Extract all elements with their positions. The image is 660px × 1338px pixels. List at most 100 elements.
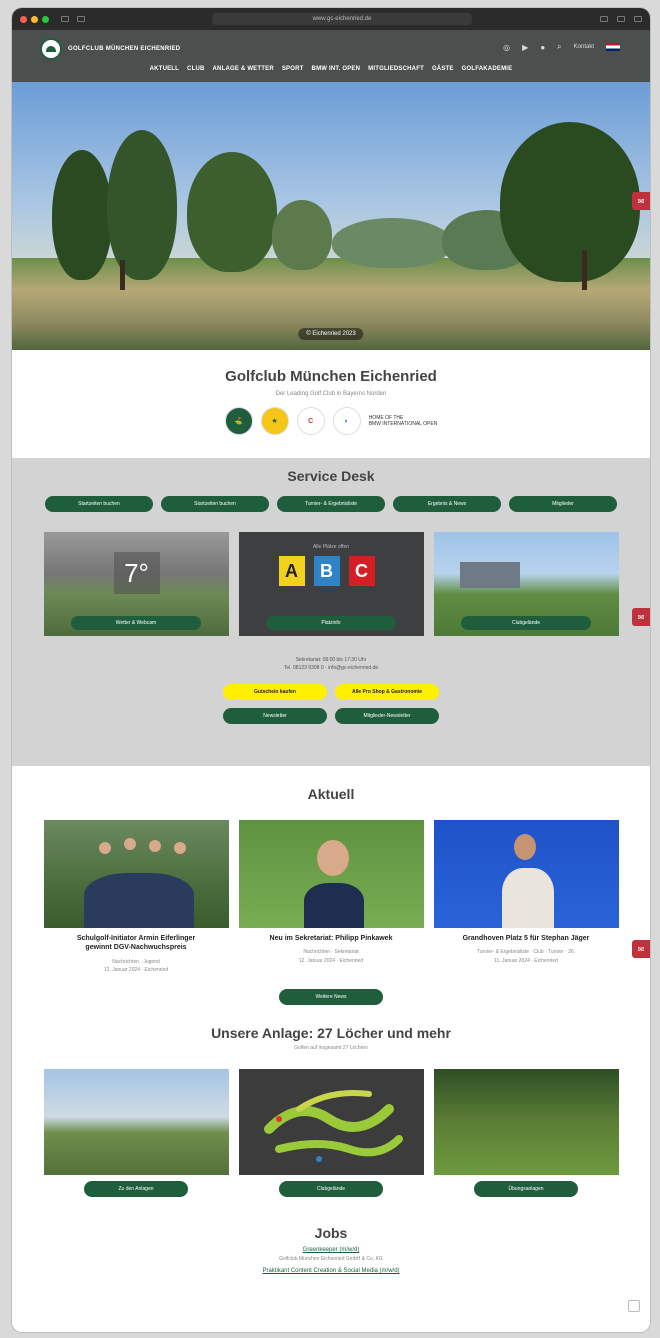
kontakt-link[interactable]: Kontakt — [574, 44, 594, 50]
weather-card[interactable]: 7° Wetter & Webcam — [43, 532, 229, 636]
hero-image: © Eichenried 2023 — [12, 82, 650, 350]
news-image — [43, 820, 229, 928]
service-pill-4[interactable]: Ergebnis & News — [393, 496, 501, 512]
club-card[interactable]: Clubgelände — [433, 532, 619, 636]
facebook-icon[interactable]: ● — [540, 43, 545, 52]
nav-club[interactable]: CLUB — [187, 66, 204, 72]
nav-gaeste[interactable]: GÄSTE — [432, 66, 454, 72]
news-headline: Grandhoven Platz 5 für Stephan Jäger — [462, 935, 590, 942]
cookie-settings-icon[interactable] — [628, 1300, 640, 1312]
minimize-window-button[interactable] — [31, 15, 38, 23]
window-controls — [20, 15, 49, 23]
leading-golf-clubs-icon[interactable]: ★ — [260, 407, 289, 435]
service-pill-3[interactable]: Turnier- & Ergebnisliste — [277, 496, 385, 512]
course-c-tile: C — [348, 556, 375, 586]
callaway-icon[interactable]: C — [296, 407, 325, 435]
facility-card[interactable]: Zu den Anlagen — [43, 1068, 229, 1197]
office-hours: Sekretariat: 08:00 bis 17:30 Uhr Tel. 08… — [12, 656, 650, 672]
clubhouse-image — [459, 562, 520, 588]
course-status-card[interactable]: Alle Plätze offen A B C Platzinfo — [238, 532, 424, 636]
proshop-button[interactable]: Alle Pro Shop & Gastronomie — [335, 684, 439, 700]
service-desk-title: Service Desk — [287, 468, 375, 484]
service-pills: Startzeiten buchen Startzeiten buchen Tu… — [12, 496, 650, 512]
site-header: GOLFCLUB MÜNCHEN EICHENRIED ◎ ▶ ● ⌕ Kont… — [12, 30, 650, 82]
partner-logos: ⛳ ★ C ◐ HOME OF THE BMW INTERNATIONAL OP… — [12, 407, 650, 435]
facilities-subtitle: Golfen auf insgesamt 27 Löchern — [294, 1044, 368, 1051]
club-crest-icon[interactable]: ⛳ — [224, 407, 253, 435]
browser-window: www.gc-eichenried.de GOLFCLUB MÜNCHEN EI… — [12, 8, 650, 1332]
nav-mitgliedschaft[interactable]: MITGLIEDSCHAFT — [368, 66, 424, 72]
course-b-tile: B — [313, 556, 340, 586]
job-link[interactable]: Greenkeeper (m/w/d) — [12, 1247, 650, 1253]
nav-anlage-wetter[interactable]: ANLAGE & WETTER — [213, 66, 274, 72]
facility-image — [43, 1068, 229, 1175]
side-action-button[interactable]: ✉ — [632, 192, 650, 210]
instagram-icon[interactable]: ◎ — [503, 43, 510, 52]
job-link[interactable]: Praktikant Content Creation & Social Med… — [12, 1268, 650, 1274]
news-meta: Nachrichten · Sekretariat 12. Januar 2024… — [298, 949, 364, 964]
weather-button[interactable]: Wetter & Webcam — [71, 616, 201, 630]
member-newsletter-button[interactable]: Mitglieder-Newsletter — [335, 708, 439, 724]
course-map-image — [238, 1068, 424, 1175]
news-section: Aktuell Schulgolf-Initiator Armin Eiferl… — [12, 766, 650, 1005]
nav-golfakademie[interactable]: GOLFAKADEMIE — [462, 66, 513, 72]
more-news-button[interactable]: Weitere News — [279, 988, 383, 1005]
news-image — [433, 820, 619, 928]
facilities-section: Unsere Anlage: 27 Löcher und mehr Golfen… — [12, 1005, 650, 1197]
nav-bmw-open[interactable]: BMW INT. OPEN — [312, 66, 361, 72]
temperature-readout: 7° — [113, 552, 160, 594]
office-hours-line: Sekretariat: 08:00 bis 17:30 Uhr — [295, 657, 367, 663]
hero-caption: © Eichenried 2023 — [298, 328, 364, 340]
maximize-window-button[interactable] — [42, 15, 49, 23]
bmw-icon[interactable]: ◐ — [332, 407, 361, 435]
share-icon[interactable] — [600, 16, 608, 22]
service-pill-5[interactable]: Mitglieder — [509, 496, 617, 512]
service-desk-section: Service Desk Startzeiten buchen Startzei… — [12, 458, 650, 766]
news-card[interactable]: Schulgolf-Initiator Armin Eiferlinger gew… — [43, 820, 229, 975]
facility-card[interactable]: Übungsanlagen — [433, 1068, 619, 1197]
news-headline: Schulgolf-Initiator Armin Eiferlinger gew… — [76, 935, 196, 952]
newsletter-button[interactable]: Newsletter — [223, 708, 327, 724]
english-flag-icon[interactable] — [606, 43, 620, 51]
new-tab-icon[interactable] — [617, 16, 625, 22]
main-nav: AKTUELL CLUB ANLAGE & WETTER SPORT BMW I… — [12, 66, 650, 72]
club-logo-icon — [40, 38, 62, 60]
site-logo[interactable]: GOLFCLUB MÜNCHEN EICHENRIED — [40, 38, 180, 60]
bmw-open-text: HOME OF THE BMW INTERNATIONAL OPEN — [368, 414, 438, 428]
facility-button-courses[interactable]: Zu den Anlagen — [84, 1180, 188, 1197]
facility-button-practice[interactable]: Übungsanlagen — [474, 1180, 578, 1197]
search-icon[interactable]: ⌕ — [557, 42, 561, 52]
facility-card[interactable]: Clubgelände — [238, 1068, 424, 1197]
news-image — [238, 820, 424, 928]
service-pill-2[interactable]: Startzeiten buchen — [161, 496, 269, 512]
page-subtitle: Der Leading Golf Club in Bayerns Norden — [275, 391, 387, 397]
voucher-button[interactable]: Gutschein kaufen — [223, 684, 327, 700]
sidebar-toggle-icon[interactable] — [61, 16, 69, 22]
page-title: Golfclub München Eichenried — [225, 368, 437, 385]
side-action-button-2[interactable]: ✉ — [632, 608, 650, 626]
course-status-heading: Alle Plätze offen — [312, 544, 350, 550]
logo-text: GOLFCLUB MÜNCHEN EICHENRIED — [68, 46, 181, 52]
browser-toolbar: www.gc-eichenried.de — [12, 8, 650, 30]
news-card[interactable]: Grandhoven Platz 5 für Stephan Jäger Tur… — [433, 820, 619, 975]
news-card[interactable]: Neu im Sekretariat: Philipp Pinkawek Nac… — [238, 820, 424, 975]
side-action-button-3[interactable]: ✉ — [632, 940, 650, 958]
nav-aktuell[interactable]: AKTUELL — [150, 66, 179, 72]
intro-section: Golfclub München Eichenried Der Leading … — [12, 350, 650, 458]
facility-button-club[interactable]: Clubgelände — [279, 1180, 383, 1197]
facility-image — [433, 1068, 619, 1175]
jobs-title: Jobs — [314, 1224, 348, 1241]
jobs-section: Jobs Greenkeeper (m/w/d) Golfclub Münche… — [12, 1197, 650, 1274]
course-a-tile: A — [278, 556, 305, 586]
service-pill-1[interactable]: Startzeiten buchen — [45, 496, 153, 512]
close-window-button[interactable] — [20, 15, 27, 23]
back-icon[interactable] — [77, 16, 85, 22]
nav-sport[interactable]: SPORT — [282, 66, 304, 72]
news-title: Aktuell — [307, 786, 355, 802]
tabs-overview-icon[interactable] — [634, 16, 642, 22]
address-bar[interactable]: www.gc-eichenried.de — [212, 13, 472, 25]
club-button[interactable]: Clubgelände — [461, 616, 591, 630]
news-meta: Turnier- & Ergebnisliste · Club · Turnie… — [476, 949, 576, 964]
course-info-button[interactable]: Platzinfo — [266, 616, 396, 630]
youtube-icon[interactable]: ▶ — [522, 43, 528, 52]
